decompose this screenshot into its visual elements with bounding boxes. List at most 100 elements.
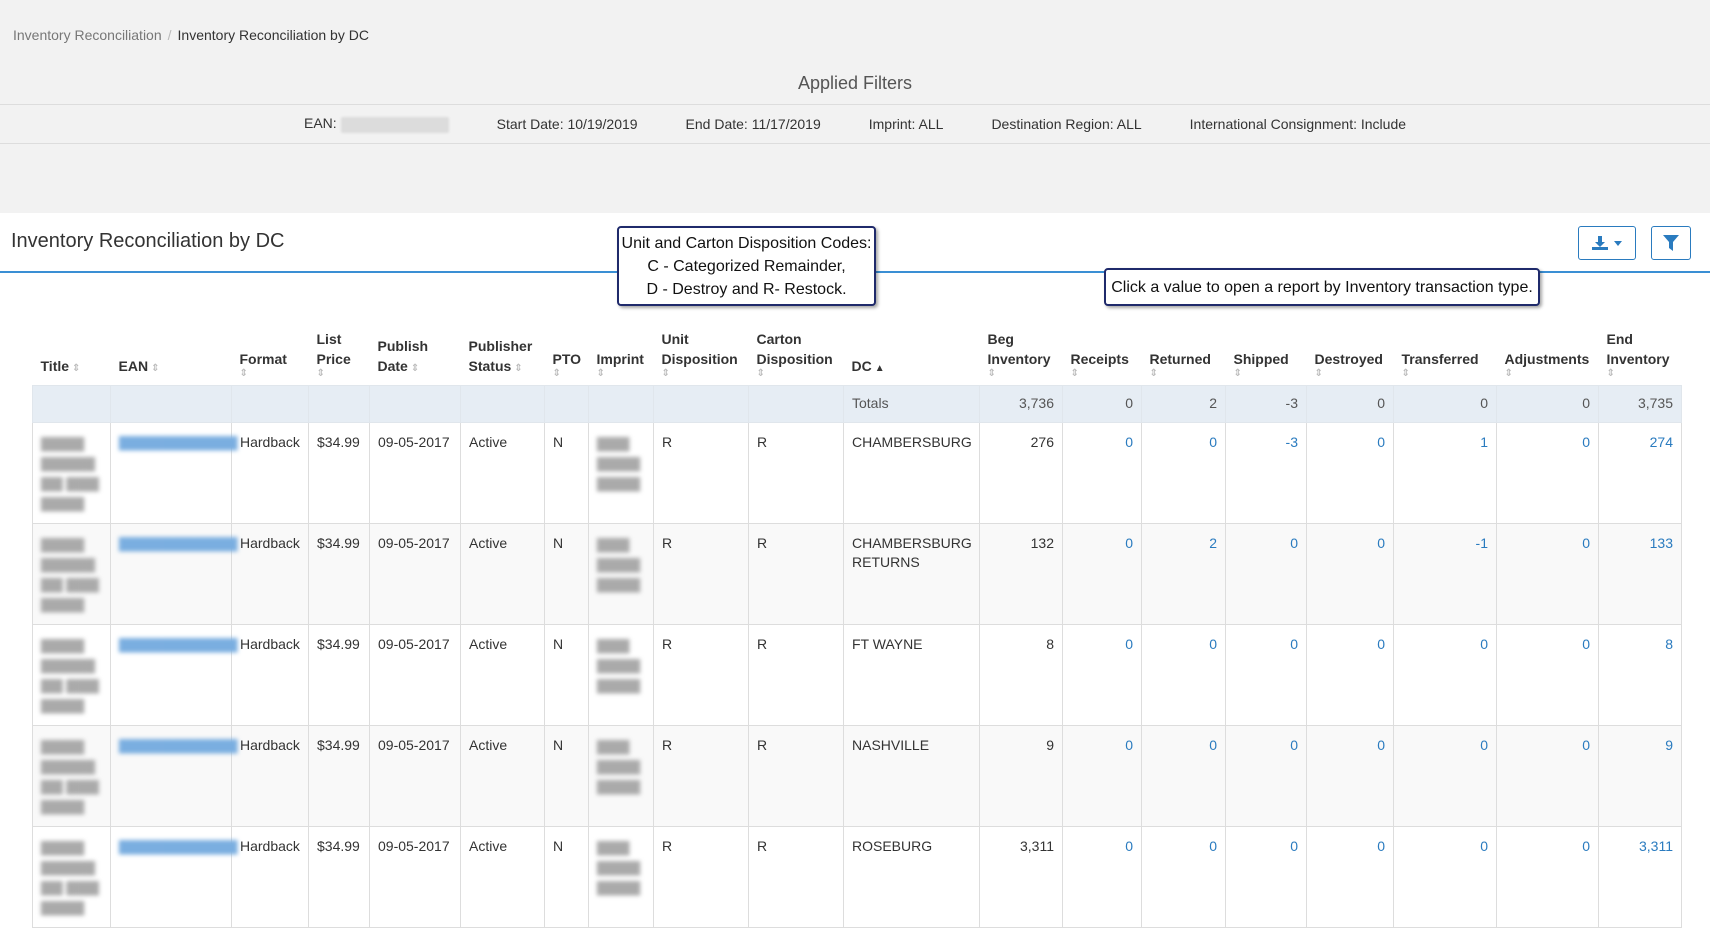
col-pto[interactable]: PTO ⇕ (545, 313, 589, 385)
sort-icon: ⇕ (151, 362, 160, 374)
returned-link[interactable]: 0 (1141, 724, 1226, 827)
format-cell: Hardback (231, 623, 309, 726)
publish-date-cell: 09-05-2017 (369, 724, 461, 827)
publish-date-cell: 09-05-2017 (369, 421, 461, 524)
click-hint-callout: Click a value to open a report by Invent… (1104, 268, 1540, 306)
redacted-imprint: ▇▇▇ ▇▇▇▇ ▇▇▇▇ (597, 434, 641, 491)
col-list-price[interactable]: List Price ⇕ (309, 313, 370, 385)
shipped-link[interactable]: 0 (1225, 825, 1307, 928)
destroyed-link[interactable]: 0 (1306, 623, 1394, 726)
ean-cell: ▇▇▇▇▇▇▇▇▇▇▇ (110, 825, 237, 928)
col-format[interactable]: Format ⇕ (232, 313, 309, 385)
redacted-ean-link[interactable]: ▇▇▇▇▇▇▇▇▇▇▇ (119, 534, 237, 553)
format-cell: Hardback (231, 724, 309, 827)
col-publisher-status[interactable]: Publisher Status ⇕ (461, 313, 545, 385)
totals-transferred: 0 (1393, 384, 1497, 423)
receipts-link[interactable]: 0 (1062, 623, 1142, 726)
redacted-ean-link[interactable]: ▇▇▇▇▇▇▇▇▇▇▇ (119, 736, 237, 755)
carton-disposition-cell: R (748, 421, 844, 524)
shipped-link[interactable]: 0 (1225, 522, 1307, 625)
end-inventory-link[interactable]: 274 (1598, 421, 1682, 524)
col-returned[interactable]: Returned ⇕ (1142, 313, 1226, 385)
col-destroyed[interactable]: Destroyed ⇕ (1307, 313, 1394, 385)
breadcrumb-parent-link[interactable]: Inventory Reconciliation (13, 27, 162, 43)
status-cell: Active (460, 825, 545, 928)
carton-disposition-cell: R (748, 522, 844, 625)
returned-link[interactable]: 2 (1141, 522, 1226, 625)
shipped-link[interactable]: 0 (1225, 623, 1307, 726)
price-cell: $34.99 (308, 421, 370, 524)
transferred-link[interactable]: 0 (1393, 825, 1497, 928)
receipts-link[interactable]: 0 (1062, 522, 1142, 625)
adjustments-link[interactable]: 0 (1496, 724, 1599, 827)
caret-down-icon (1614, 240, 1622, 246)
transferred-link[interactable]: 0 (1393, 623, 1497, 726)
price-cell: $34.99 (308, 522, 370, 625)
returned-link[interactable]: 0 (1141, 825, 1226, 928)
dc-cell: NASHVILLE (843, 724, 980, 827)
imprint-cell: ▇▇▇ ▇▇▇▇ ▇▇▇▇ (588, 724, 654, 827)
download-button[interactable] (1578, 226, 1636, 260)
redacted-ean-link[interactable]: ▇▇▇▇▇▇▇▇▇▇▇ (119, 433, 237, 452)
transferred-link[interactable]: 0 (1393, 724, 1497, 827)
col-adjustments[interactable]: Adjustments ⇕ (1497, 313, 1599, 385)
col-transferred[interactable]: Transferred ⇕ (1394, 313, 1497, 385)
totals-cell (544, 384, 589, 423)
end-inventory-link[interactable]: 3,311 (1598, 825, 1682, 928)
shipped-link[interactable]: -3 (1225, 421, 1307, 524)
adjustments-link[interactable]: 0 (1496, 421, 1599, 524)
end-inventory-link[interactable]: 9 (1598, 724, 1682, 827)
ean-cell: ▇▇▇▇▇▇▇▇▇▇▇ (110, 724, 237, 827)
destroyed-link[interactable]: 0 (1306, 421, 1394, 524)
sort-icon: ⇕ (552, 367, 561, 379)
table-row: ▇▇▇▇ ▇▇▇▇▇ ▇▇ ▇▇▇ ▇▇▇▇ ▇▇▇▇▇▇▇▇▇▇▇ Hardback $3… (32, 421, 1682, 524)
col-end-inventory[interactable]: End Inventory ⇕ (1599, 313, 1682, 385)
col-carton-disposition[interactable]: Carton Disposition ⇕ (749, 313, 844, 385)
col-unit-disposition[interactable]: Unit Disposition ⇕ (654, 313, 749, 385)
col-imprint[interactable]: Imprint ⇕ (589, 313, 654, 385)
pto-cell: N (544, 421, 589, 524)
redacted-imprint: ▇▇▇ ▇▇▇▇ ▇▇▇▇ (597, 535, 641, 592)
returned-link[interactable]: 0 (1141, 421, 1226, 524)
sort-icon: ⇕ (1070, 367, 1079, 379)
col-dc[interactable]: DC ▲ (844, 313, 980, 385)
destroyed-link[interactable]: 0 (1306, 825, 1394, 928)
filter-imprint: Imprint: ALL (868, 116, 944, 132)
totals-receipts: 0 (1062, 384, 1142, 423)
sort-icon: ⇕ (1149, 367, 1158, 379)
end-inventory-link[interactable]: 133 (1598, 522, 1682, 625)
returned-link[interactable]: 0 (1141, 623, 1226, 726)
filter-icon (1663, 235, 1679, 251)
filter-button[interactable] (1651, 226, 1691, 260)
redacted-ean-link[interactable]: ▇▇▇▇▇▇▇▇▇▇▇ (119, 837, 237, 856)
unit-disposition-cell: R (653, 522, 749, 625)
transferred-link[interactable]: 1 (1393, 421, 1497, 524)
receipts-link[interactable]: 0 (1062, 421, 1142, 524)
imprint-cell: ▇▇▇ ▇▇▇▇ ▇▇▇▇ (588, 825, 654, 928)
carton-disposition-cell: R (748, 825, 844, 928)
adjustments-link[interactable]: 0 (1496, 825, 1599, 928)
imprint-cell: ▇▇▇ ▇▇▇▇ ▇▇▇▇ (588, 421, 654, 524)
destroyed-link[interactable]: 0 (1306, 724, 1394, 827)
shipped-link[interactable]: 0 (1225, 724, 1307, 827)
col-title[interactable]: Title ⇕ (33, 313, 111, 385)
status-cell: Active (460, 522, 545, 625)
adjustments-link[interactable]: 0 (1496, 522, 1599, 625)
receipts-link[interactable]: 0 (1062, 724, 1142, 827)
receipts-link[interactable]: 0 (1062, 825, 1142, 928)
end-inventory-link[interactable]: 8 (1598, 623, 1682, 726)
redacted-ean-link[interactable]: ▇▇▇▇▇▇▇▇▇▇▇ (119, 635, 237, 654)
col-receipts[interactable]: Receipts ⇕ (1063, 313, 1142, 385)
col-shipped[interactable]: Shipped ⇕ (1226, 313, 1307, 385)
col-beg-inventory[interactable]: Beg Inventory ⇕ (980, 313, 1063, 385)
transferred-link[interactable]: -1 (1393, 522, 1497, 625)
destroyed-link[interactable]: 0 (1306, 522, 1394, 625)
col-publish-date[interactable]: Publish Date ⇕ (370, 313, 461, 385)
col-ean[interactable]: EAN ⇕ (111, 313, 232, 385)
totals-cell (308, 384, 370, 423)
publish-date-cell: 09-05-2017 (369, 825, 461, 928)
totals-cell (32, 384, 111, 423)
ean-cell: ▇▇▇▇▇▇▇▇▇▇▇ (110, 623, 237, 726)
adjustments-link[interactable]: 0 (1496, 623, 1599, 726)
download-icon (1592, 236, 1608, 250)
